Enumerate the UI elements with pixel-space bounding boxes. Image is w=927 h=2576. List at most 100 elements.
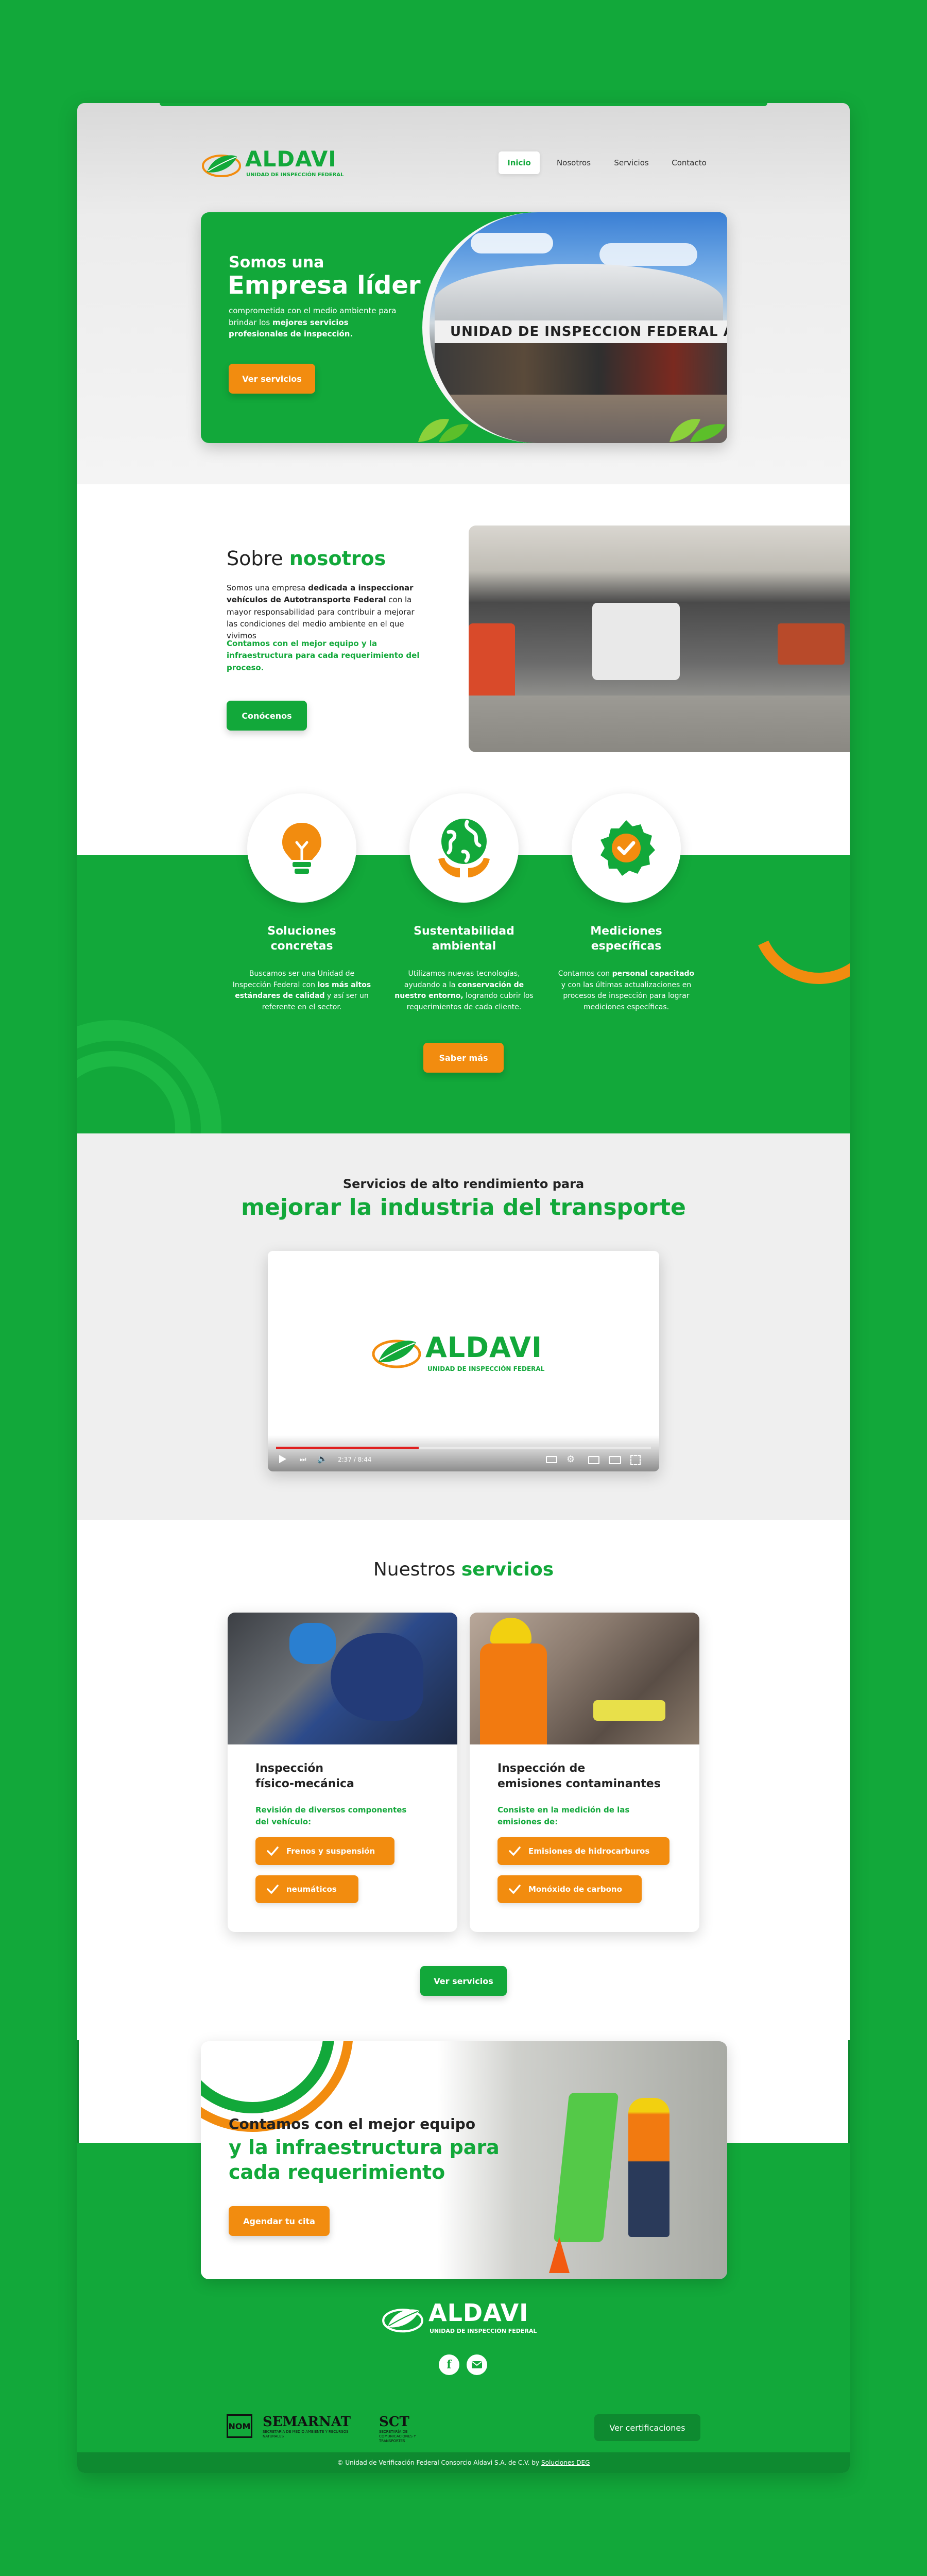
fullscreen-icon[interactable] xyxy=(630,1455,641,1465)
hero-banner: UNIDAD DE INSPECCION FEDERAL ALDAVI Somo… xyxy=(201,212,727,443)
decor-arc-orange xyxy=(733,855,850,1003)
globe-hands-icon xyxy=(438,819,490,877)
service-pill-label: Emisiones de hidrocarburos xyxy=(528,1846,650,1856)
video-subtitle: Servicios de alto rendimiento para xyxy=(342,1177,585,1191)
service-pill-label: neumáticos xyxy=(286,1885,337,1894)
service-title-1: Inspección físico-mecánica xyxy=(255,1761,354,1791)
logo-name: ALDAVI xyxy=(245,146,337,172)
about-title: Sobre nosotros xyxy=(227,547,386,570)
about-highlight: Contamos con el mejor equipo y la infrae… xyxy=(227,639,420,672)
feature-text-span: y con las últimas actualizaciones en pro… xyxy=(561,980,692,1012)
feature-title-3: Mediciones específicas xyxy=(590,925,662,953)
service-title-line: Inspección de xyxy=(497,1762,586,1775)
service-title-2: Inspección de emisiones contaminantes xyxy=(497,1761,661,1791)
lightbulb-icon xyxy=(282,823,321,874)
about-photo xyxy=(469,526,850,752)
service-photo-tool xyxy=(593,1700,665,1721)
about-text: Somos una empresa xyxy=(227,583,308,592)
about-paragraph: Somos una empresa dedicada a inspecciona… xyxy=(227,582,422,642)
cta-photo-kiosk xyxy=(553,2093,619,2242)
theater-icon[interactable] xyxy=(609,1456,621,1464)
feature-text-2: Utilizamos nuevas tecnologías, ayudando … xyxy=(394,969,534,1013)
volume-icon[interactable]: 🔈 xyxy=(317,1455,328,1463)
service-card-1[interactable]: Inspección físico-mecánica Revisión de d… xyxy=(228,1613,457,1932)
top-accent-bar xyxy=(160,103,767,106)
hero-cta-button[interactable]: Ver servicios xyxy=(229,364,315,394)
features-cta-button[interactable]: Saber más xyxy=(423,1043,504,1073)
cert-sct-sub: SECRETARÍA DE COMUNICACIONES Y TRANSPORT… xyxy=(379,2430,416,2443)
video-progress-fill xyxy=(276,1447,419,1449)
about-title-text: Sobre xyxy=(227,547,289,570)
service-pill: neumáticos xyxy=(255,1875,358,1903)
feature-title-1: Soluciones concretas xyxy=(267,925,336,953)
service-photo-helmet xyxy=(490,1618,531,1643)
subtitles-icon[interactable] xyxy=(546,1456,557,1463)
feature-icon-circle-3 xyxy=(572,793,681,903)
cta-book-button[interactable]: Agendar tu cita xyxy=(229,2206,330,2236)
service-photo-vest xyxy=(480,1643,547,1744)
cta-line-1: Contamos con el mejor equipo xyxy=(229,2115,476,2132)
copyright-link[interactable]: Soluciones DEG xyxy=(541,2459,590,2466)
service-pill-label: Monóxido de carbono xyxy=(528,1885,622,1894)
services-cta-button[interactable]: Ver servicios xyxy=(420,1966,507,1996)
footer-logo-name: ALDAVI xyxy=(428,2299,529,2327)
leaf-logo-icon xyxy=(372,1340,421,1368)
about-cta-button[interactable]: Conócenos xyxy=(227,701,307,731)
services-title-accent: servicios xyxy=(461,1559,554,1580)
hero-photo-sign: UNIDAD DE INSPECCION FEDERAL ALDAVI xyxy=(435,320,727,343)
logo[interactable]: ALDAVI UNIDAD DE INSPECCIÓN FEDERAL xyxy=(201,145,350,181)
feature-text-bold: personal capacitado xyxy=(612,970,695,978)
next-icon[interactable]: ⏭ xyxy=(300,1456,307,1463)
copyright-text: © Unidad de Verificación Federal Consorc… xyxy=(337,2459,540,2466)
video-logo-tagline: UNIDAD DE INSPECCIÓN FEDERAL xyxy=(427,1365,545,1372)
video-section: Servicios de alto rendimiento para mejor… xyxy=(77,1133,850,1520)
video-time: 2:37 / 8:44 xyxy=(338,1456,372,1463)
logo-tagline: UNIDAD DE INSPECCIÓN FEDERAL xyxy=(246,172,344,178)
service-title-line: físico-mecánica xyxy=(255,1777,354,1790)
nav-item-inicio[interactable]: Inicio xyxy=(499,151,540,174)
feature-text-1: Buscamos ser una Unidad de Inspección Fe… xyxy=(232,969,372,1013)
service-photo-glove xyxy=(331,1633,423,1721)
cta-photo-worker xyxy=(628,2098,670,2237)
hero-section: ALDAVI UNIDAD DE INSPECCIÓN FEDERAL Inic… xyxy=(77,103,850,484)
video-title: mejorar la industria del transporte xyxy=(241,1194,686,1221)
cert-semarnat-name: SEMARNAT xyxy=(263,2414,351,2430)
services-title: Nuestros servicios xyxy=(77,1559,850,1580)
miniplayer-icon[interactable] xyxy=(588,1456,599,1464)
facebook-icon[interactable]: f xyxy=(439,2354,459,2375)
certifications-button[interactable]: Ver certificaciones xyxy=(594,2414,700,2441)
footer-logo-tagline: UNIDAD DE INSPECCIÓN FEDERAL xyxy=(430,2328,537,2334)
about-photo-floor xyxy=(469,696,850,752)
play-icon[interactable] xyxy=(279,1455,286,1463)
feature-text-3: Contamos con personal capacitado y con l… xyxy=(556,969,696,1013)
service-title-line: Inspección xyxy=(255,1762,324,1775)
cta-photo-cone xyxy=(549,2237,570,2273)
check-icon xyxy=(267,1846,279,1856)
service-pill: Frenos y suspensión xyxy=(255,1837,394,1865)
service-photo-1 xyxy=(228,1613,457,1744)
hero-photo-cloud xyxy=(599,243,697,266)
feature-icon-circle-2 xyxy=(409,793,519,903)
check-icon xyxy=(509,1885,521,1894)
video-progress-track[interactable] xyxy=(276,1447,651,1449)
email-icon[interactable] xyxy=(467,2354,487,2375)
service-card-2[interactable]: Inspección de emisiones contaminantes Co… xyxy=(470,1613,699,1932)
nav-item-contacto[interactable]: Contacto xyxy=(663,151,715,174)
nav-item-nosotros[interactable]: Nosotros xyxy=(548,151,599,174)
service-title-line: emisiones contaminantes xyxy=(497,1777,661,1790)
footer-logo[interactable]: ALDAVI UNIDAD DE INSPECCIÓN FEDERAL xyxy=(381,2298,546,2339)
video-player[interactable]: ALDAVI UNIDAD DE INSPECCIÓN FEDERAL ⏭ 🔈 … xyxy=(268,1251,659,1471)
cert-nom-logo: NOM xyxy=(227,2414,252,2438)
service-photo-glove xyxy=(289,1623,336,1664)
cert-sct-logo: SCT SECRETARÍA DE COMUNICACIONES Y TRANS… xyxy=(379,2414,441,2443)
hero-photo-sign-text: UNIDAD DE INSPECCION FEDERAL ALDAVI xyxy=(450,324,727,340)
leaves-decoration-icon xyxy=(418,419,469,442)
service-desc-1: Revisión de diversos componentes del veh… xyxy=(255,1805,407,1826)
hero-description: comprometida con el medio ambiente para … xyxy=(229,305,399,340)
cta-line-2: y la infraestructura para xyxy=(229,2136,500,2159)
cert-semarnat-sub: SECRETARÍA DE MEDIO AMBIENTE Y RECURSOS … xyxy=(263,2430,349,2438)
settings-icon[interactable]: ⚙ xyxy=(566,1455,575,1464)
service-pill: Emisiones de hidrocarburos xyxy=(497,1837,670,1865)
browser-page-frame: ALDAVI UNIDAD DE INSPECCIÓN FEDERAL Inic… xyxy=(77,103,850,2473)
nav-item-servicios[interactable]: Servicios xyxy=(606,151,657,174)
